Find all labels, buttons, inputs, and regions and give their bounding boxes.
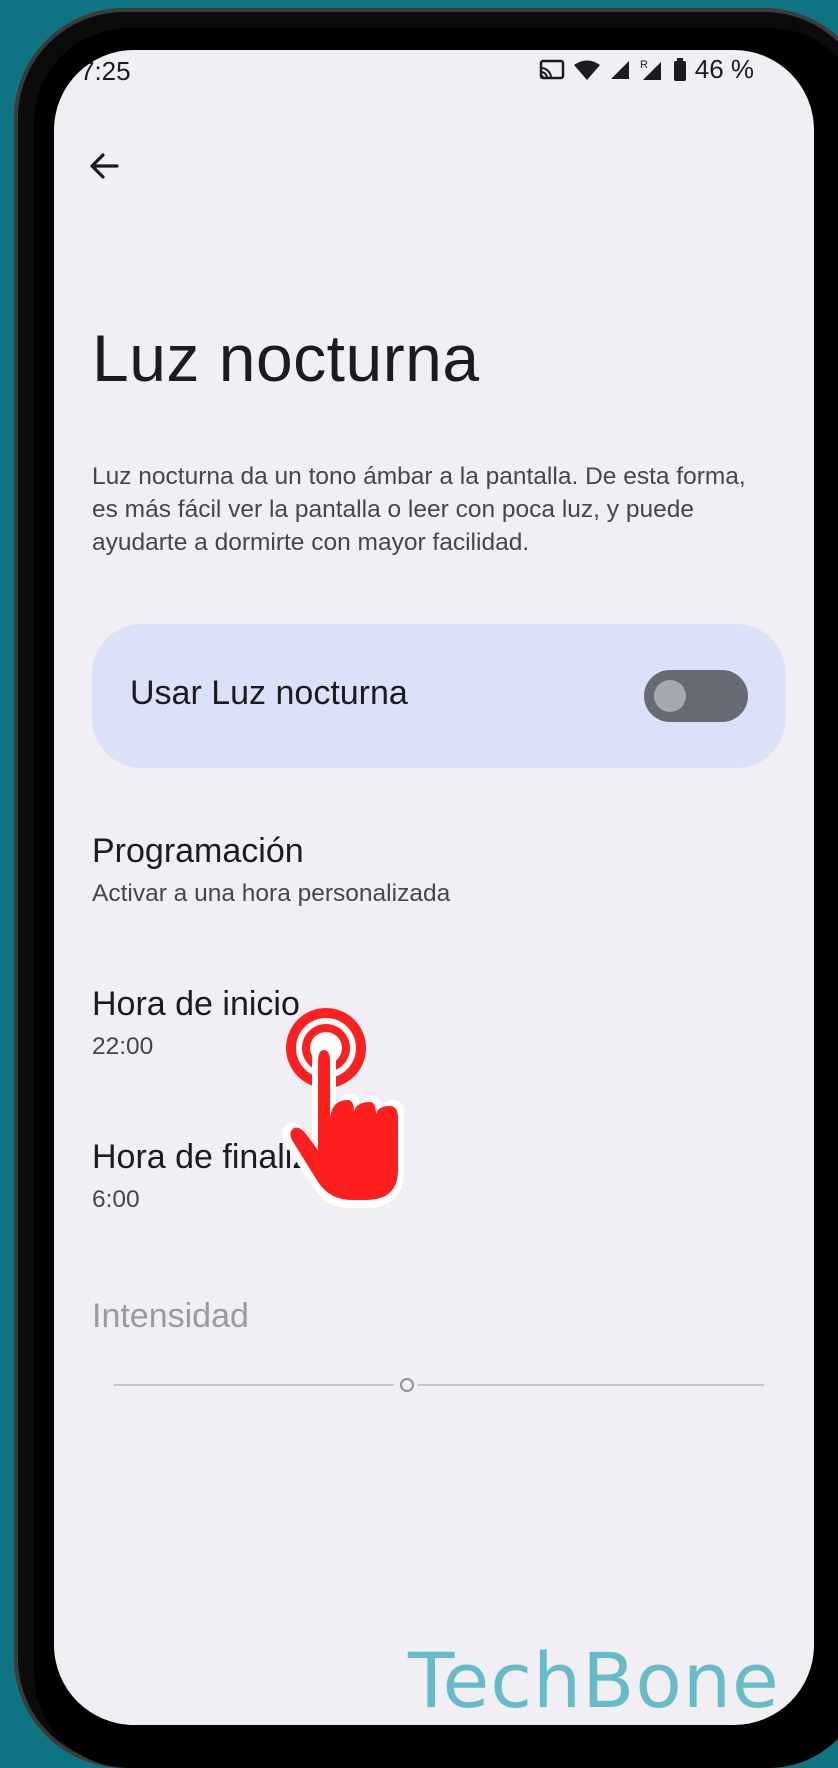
setting-summary: 22:00: [92, 1033, 154, 1060]
status-icons: R 46 %: [539, 54, 754, 85]
slider-thumb[interactable]: [400, 1378, 414, 1392]
techbone-watermark: TechBone: [408, 1636, 780, 1725]
phone-screen: 7:25 R 46 % Luz nocturna Luz nocturna da…: [54, 50, 814, 1725]
status-time: 7:25: [80, 56, 131, 86]
intensity-setting: Intensidad: [92, 1295, 752, 1337]
setting-title: Programación: [92, 832, 304, 870]
page-description: Luz nocturna da un tono ámbar a la panta…: [92, 463, 746, 556]
intensity-slider[interactable]: [114, 1370, 764, 1400]
tap-hand-icon: [281, 1008, 404, 1208]
setting-title: Hora de inicio: [92, 985, 300, 1023]
battery-icon: [673, 57, 687, 82]
signal-roaming-icon: R: [639, 58, 665, 82]
wifi-icon: [573, 59, 601, 81]
intensity-label: Intensidad: [92, 1297, 249, 1335]
arrow-left-icon: [88, 150, 120, 187]
start-time-setting[interactable]: Hora de inicio 22:00: [92, 983, 752, 1061]
switch-thumb: [654, 680, 686, 712]
svg-text:R: R: [640, 59, 648, 71]
end-time-setting[interactable]: Hora de finalización 6:00: [92, 1136, 752, 1214]
setting-summary: Activar a una hora personalizada: [92, 880, 451, 907]
page-title: Luz nocturna: [92, 321, 480, 395]
slider-track: [114, 1384, 764, 1386]
cast-icon: [539, 59, 565, 81]
use-night-light-toggle-row[interactable]: Usar Luz nocturna: [92, 624, 786, 768]
toggle-label: Usar Luz nocturna: [130, 674, 408, 712]
setting-summary: 6:00: [92, 1186, 140, 1213]
schedule-setting[interactable]: Programación Activar a una hora personal…: [92, 830, 752, 908]
battery-percent: 46 %: [694, 54, 754, 84]
setting-title: Hora de finalización: [92, 1138, 391, 1176]
night-light-switch[interactable]: [644, 670, 748, 722]
back-button[interactable]: [74, 138, 134, 198]
signal-icon: [609, 59, 631, 81]
status-bar: 7:25 R 46 %: [54, 50, 814, 110]
